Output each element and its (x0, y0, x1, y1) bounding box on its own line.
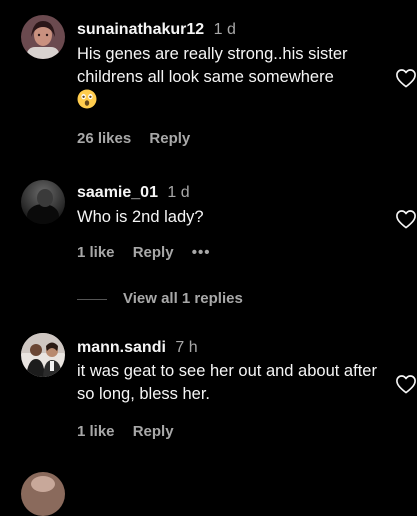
comment-header: mann.sandi 7 h (77, 338, 198, 358)
reply-thread-line (77, 298, 107, 300)
reply-button[interactable]: Reply (149, 130, 190, 147)
astonished-face-icon (77, 89, 97, 109)
comment-actions: 26 likes Reply (77, 129, 204, 149)
comment-actions: 1 like Reply ••• (77, 243, 225, 263)
timestamp: 1 d (167, 184, 190, 201)
timestamp: 7 h (175, 339, 198, 356)
reply-button[interactable]: Reply (133, 244, 174, 261)
username[interactable]: sunainathakur12 (77, 21, 204, 38)
avatar[interactable] (21, 333, 65, 377)
avatar[interactable] (21, 15, 65, 59)
heart-outline-icon[interactable] (395, 68, 417, 88)
heart-outline-icon[interactable] (395, 374, 417, 394)
comment-text-content: His genes are really strong..his sister … (77, 45, 348, 86)
view-replies-button[interactable]: View all 1 replies (77, 289, 243, 309)
reply-button[interactable]: Reply (133, 423, 174, 440)
view-replies-label: View all 1 replies (123, 290, 243, 307)
likes-count[interactable]: 26 likes (77, 130, 131, 147)
likes-count[interactable]: 1 like (77, 244, 115, 261)
comment-header: saamie_01 1 d (77, 183, 190, 203)
username[interactable]: saamie_01 (77, 184, 158, 201)
more-options-icon[interactable]: ••• (192, 244, 211, 261)
comment-text-content: it was geat to see her out and about aft… (77, 362, 377, 403)
timestamp: 1 d (213, 21, 236, 38)
comment-text: His genes are really strong..his sister … (77, 43, 387, 112)
username[interactable]: mann.sandi (77, 339, 166, 356)
comment-text-content: Who is 2nd lady? (77, 208, 204, 226)
comment-header: sunainathakur12 1 d (77, 20, 236, 40)
comment-text: Who is 2nd lady? (77, 206, 387, 229)
avatar[interactable] (21, 180, 65, 224)
comment-actions: 1 like Reply (77, 422, 188, 442)
likes-count[interactable]: 1 like (77, 423, 115, 440)
avatar[interactable] (21, 472, 65, 516)
heart-outline-icon[interactable] (395, 209, 417, 229)
comment-text: it was geat to see her out and about aft… (77, 360, 387, 406)
